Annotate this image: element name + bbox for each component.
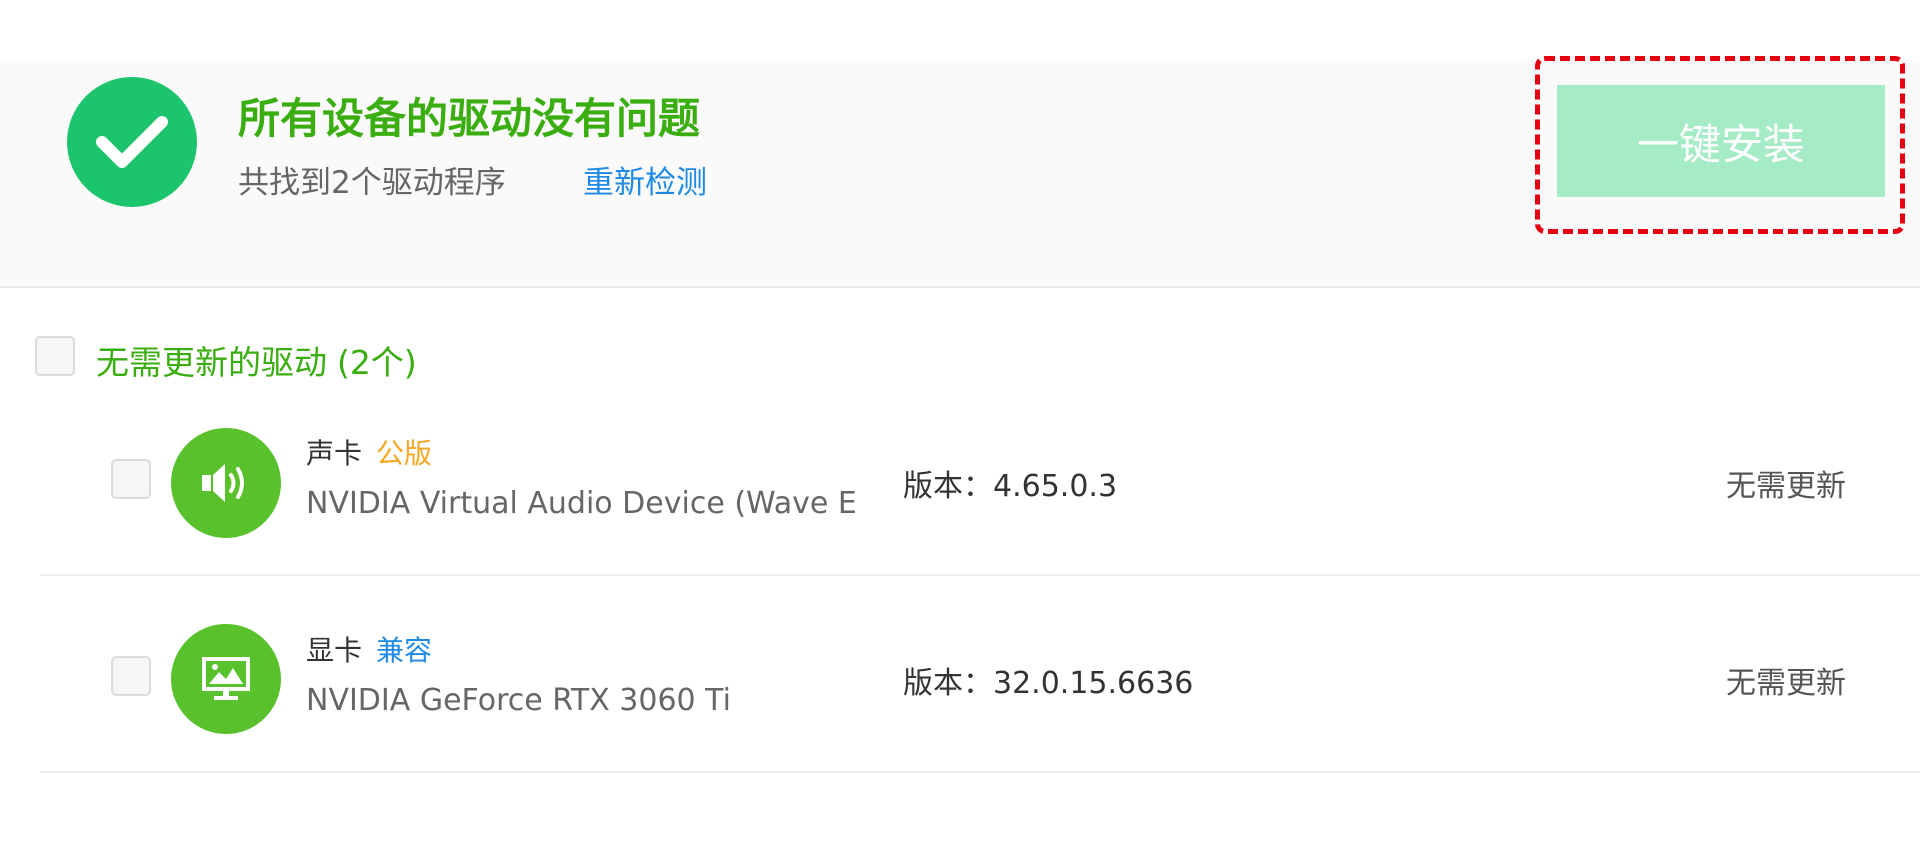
status-header: 所有设备的驱动没有问题 共找到2个驱动程序 重新检测 一键安装 (0, 56, 1920, 288)
driver-checkbox-sound-card[interactable] (111, 459, 151, 499)
row-divider (40, 771, 1920, 773)
section-select-all-checkbox[interactable] (35, 336, 75, 376)
speaker-icon (171, 428, 281, 538)
driver-status: 无需更新 (1726, 469, 1846, 504)
driver-checkbox-graphics-card[interactable] (111, 656, 151, 696)
driver-version: 版本：32.0.15.6636 (903, 666, 1194, 701)
row-divider (40, 574, 1920, 576)
section-count: (2个) (337, 343, 417, 382)
driver-tag-badge: 公版 (376, 437, 433, 470)
section-label: 无需更新的驱动 (96, 343, 327, 382)
drivers-found-text: 共找到2个驱动程序 (238, 165, 506, 201)
one-click-install-button[interactable]: 一键安装 (1557, 85, 1885, 197)
status-title: 所有设备的驱动没有问题 (238, 94, 701, 143)
driver-type: 显卡 兼容 (306, 629, 432, 669)
driver-type: 声卡 公版 (306, 432, 432, 472)
driver-type-label: 声卡 (306, 437, 363, 470)
driver-device-name: NVIDIA GeForce RTX 3060 Ti (306, 683, 731, 718)
driver-check-page: 所有设备的驱动没有问题 共找到2个驱动程序 重新检测 一键安装 无需更新的驱动 (… (0, 0, 1920, 859)
driver-type-label: 显卡 (306, 634, 363, 667)
rescan-link[interactable]: 重新检测 (583, 157, 707, 202)
driver-tag-badge: 兼容 (376, 634, 433, 667)
success-check-icon (67, 77, 197, 207)
section-title: 无需更新的驱动 (2个) (96, 336, 417, 384)
monitor-icon (171, 624, 281, 734)
driver-version: 版本：4.65.0.3 (903, 469, 1118, 504)
driver-device-name: NVIDIA Virtual Audio Device (Wave E (306, 486, 857, 521)
driver-status: 无需更新 (1726, 666, 1846, 701)
